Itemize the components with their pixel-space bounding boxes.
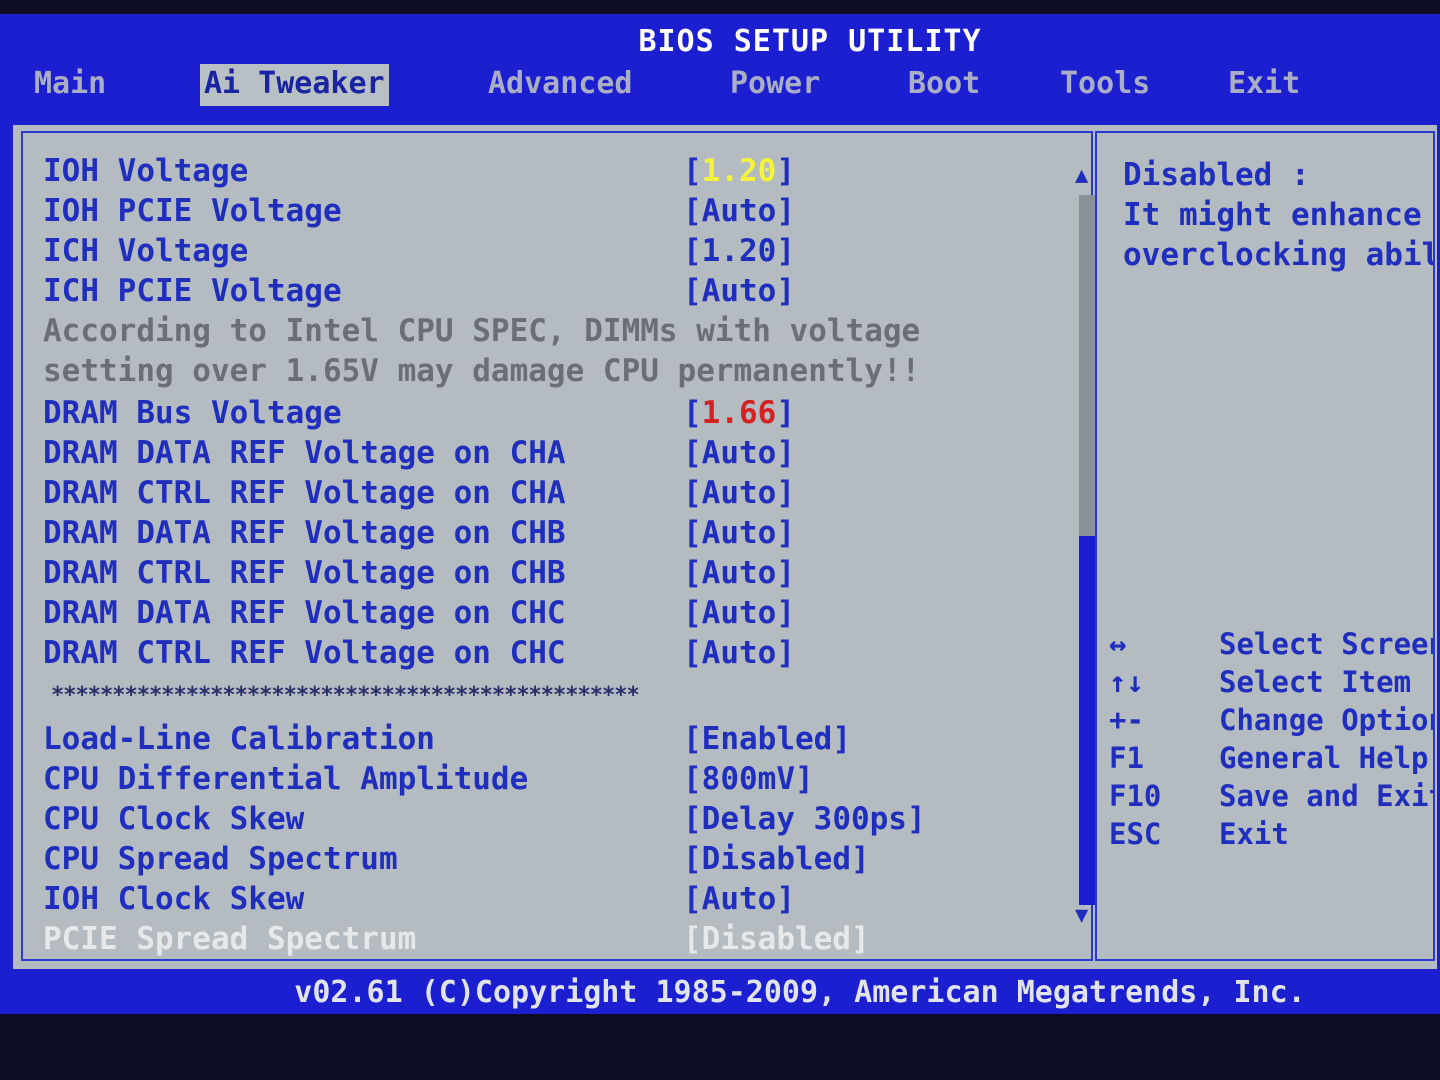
key-description: Exit [1219, 817, 1289, 851]
setting-value: [Delay 300ps] [683, 801, 926, 837]
bios-screen: BIOS SETUP UTILITY Main Ai Tweaker Advan… [0, 14, 1440, 1014]
setting-value: [Disabled] [683, 921, 870, 957]
warning-line-1: According to Intel CPU SPEC, DIMMs with … [43, 313, 921, 349]
setting-value: [Auto] [683, 881, 795, 917]
section-divider: ****************************************… [51, 683, 640, 708]
scroll-down-arrow-icon[interactable]: ▼ [1075, 903, 1088, 928]
setting-label: IOH Clock Skew [43, 881, 305, 917]
setting-label: IOH PCIE Voltage [43, 193, 342, 229]
help-line: Disabled : [1123, 157, 1310, 193]
setting-label: DRAM CTRL REF Voltage on CHB [43, 555, 566, 591]
setting-value: [Auto] [683, 193, 795, 229]
scrollbar-thumb[interactable] [1079, 536, 1095, 905]
setting-label: DRAM DATA REF Voltage on CHC [43, 595, 566, 631]
key-description: Save and Exit [1219, 779, 1435, 813]
setting-label: PCIE Spread Spectrum [43, 921, 417, 957]
setting-label: CPU Spread Spectrum [43, 841, 398, 877]
key-label: F10 [1109, 779, 1162, 813]
bios-title: BIOS SETUP UTILITY [638, 24, 982, 59]
tab-bar: Main Ai Tweaker Advanced Power Boot Tool… [0, 64, 1440, 106]
setting-label: DRAM CTRL REF Voltage on CHC [43, 635, 566, 671]
setting-value: [Disabled] [683, 841, 870, 877]
tab-advanced[interactable]: Advanced [488, 64, 633, 106]
setting-value: [Auto] [683, 273, 795, 309]
setting-value: [Auto] [683, 435, 795, 471]
tab-power[interactable]: Power [730, 64, 820, 106]
scrollbar-track[interactable] [1079, 195, 1095, 905]
setting-value: [Auto] [683, 515, 795, 551]
setting-value: [800mV] [683, 761, 814, 797]
setting-value: [Auto] [683, 555, 795, 591]
setting-label: DRAM DATA REF Voltage on CHA [43, 435, 566, 471]
setting-value: [1.66] [683, 395, 795, 431]
help-line: overclocking abili [1123, 237, 1435, 273]
setting-value: [Enabled] [683, 721, 851, 757]
tab-ai-tweaker[interactable]: Ai Tweaker [200, 64, 389, 106]
setting-value: [Auto] [683, 595, 795, 631]
tab-boot[interactable]: Boot [908, 64, 980, 106]
scroll-up-arrow-icon[interactable]: ▲ [1075, 163, 1088, 188]
setting-label: DRAM CTRL REF Voltage on CHA [43, 475, 566, 511]
key-label: F1 [1109, 741, 1144, 775]
setting-value: [1.20] [683, 153, 795, 189]
tab-main[interactable]: Main [34, 64, 106, 106]
key-label: ESC [1109, 817, 1162, 851]
tab-tools[interactable]: Tools [1060, 64, 1150, 106]
copyright-footer: v02.61 (C)Copyright 1985-2009, American … [294, 975, 1306, 1010]
key-description: General Help [1219, 741, 1429, 775]
settings-panel: IOH Voltage [1.20] IOH PCIE Voltage [Aut… [21, 131, 1095, 961]
setting-label: ICH PCIE Voltage [43, 273, 342, 309]
tab-exit[interactable]: Exit [1228, 64, 1300, 106]
plus-minus-icon: +- [1109, 703, 1144, 737]
main-panel: IOH Voltage [1.20] IOH PCIE Voltage [Aut… [10, 122, 1440, 972]
setting-label: CPU Clock Skew [43, 801, 305, 837]
setting-label: Load-Line Calibration [43, 721, 435, 757]
key-description: Select Screen [1219, 627, 1435, 661]
up-down-arrows-icon: ↑↓ [1109, 665, 1144, 699]
key-description: Change Option [1219, 703, 1435, 737]
setting-value: [Auto] [683, 475, 795, 511]
left-right-arrows-icon: ↔ [1109, 627, 1127, 661]
help-panel: Disabled : It might enhance B overclocki… [1095, 131, 1435, 961]
setting-label: IOH Voltage [43, 153, 249, 189]
setting-label: CPU Differential Amplitude [43, 761, 529, 797]
warning-line-2: setting over 1.65V may damage CPU perman… [43, 353, 921, 389]
setting-value: [Auto] [683, 635, 795, 671]
setting-label: ICH Voltage [43, 233, 249, 269]
setting-label: DRAM Bus Voltage [43, 395, 342, 431]
key-description: Select Item [1219, 665, 1412, 699]
help-line: It might enhance B [1123, 197, 1435, 233]
setting-value: [1.20] [683, 233, 795, 269]
setting-label: DRAM DATA REF Voltage on CHB [43, 515, 566, 551]
